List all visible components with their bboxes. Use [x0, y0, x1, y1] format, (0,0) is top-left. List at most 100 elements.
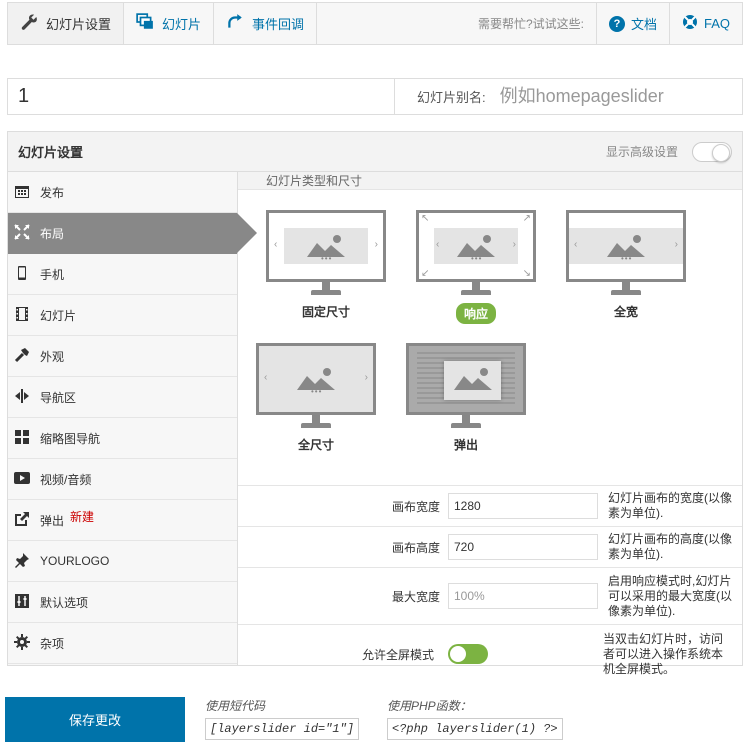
php-code-box[interactable]: <?php layerslider(1) ?>: [387, 718, 563, 740]
help-links: 需要帮忙?试试这些: ? 文档 FAQ: [478, 3, 742, 44]
shortcode-box[interactable]: [layerslider id="1"]: [205, 718, 360, 740]
monitor-graphic: ‹ › •••: [566, 210, 686, 282]
sidebar-item-label: 手机: [40, 267, 65, 282]
php-label: 使用PHP函数：: [387, 699, 472, 713]
sidebar-item-label: 发布: [40, 185, 65, 200]
navigation-icon: [14, 388, 30, 407]
phone-icon: [14, 265, 30, 284]
pin-icon: [14, 552, 30, 571]
docs-link[interactable]: ? 文档: [595, 3, 669, 44]
settings-sidebar: 发布 布局 手机 幻灯片 外观 导航区 缩略图导航 视频/音频 弹出 新建 YO…: [8, 172, 257, 665]
tab-slides[interactable]: 幻灯片: [124, 3, 215, 44]
sidebar-item-label: 导航区: [40, 390, 77, 405]
lifebuoy-icon: [682, 14, 698, 33]
type-responsive[interactable]: ↖ ↗ ↙ ↘ ‹ › ••• 响应: [416, 210, 536, 324]
type-label: 全宽: [613, 305, 638, 319]
shortcode-block: 使用短代码 [layerslider id="1"]: [205, 697, 360, 740]
sidebar-item-label: 杂项: [40, 636, 65, 651]
docs-label: 文档: [630, 17, 657, 32]
type-label: 固定尺寸: [301, 305, 350, 319]
sidebar-item-navigation[interactable]: 导航区: [8, 377, 237, 418]
sidebar-item-mobile[interactable]: 手机: [8, 254, 237, 295]
grid-icon: [14, 429, 30, 448]
redo-icon: [226, 13, 244, 34]
sidebar-item-layout[interactable]: 布局: [8, 213, 257, 254]
canvas-width-label: 画布宽度: [391, 499, 440, 514]
advanced-settings: 显示高级设置: [606, 141, 732, 162]
canvas-height-row: 画布高度 幻灯片画布的高度(以像素为单位).: [238, 527, 742, 568]
sidebar-item-label: 视频/音频: [40, 472, 92, 487]
canvas-width-input[interactable]: [448, 493, 598, 519]
type-label: 全尺寸: [297, 438, 334, 452]
type-popup[interactable]: 弹出: [406, 343, 526, 453]
faq-link[interactable]: FAQ: [668, 3, 742, 44]
layout-content: 幻灯片类型和尺寸 ‹ › ••• 固定尺寸 ↖ ↗ ↙ ↘ ‹ › ••• 响应…: [238, 172, 742, 676]
external-link-icon: [14, 511, 30, 530]
sidebar-item-label: 外观: [40, 349, 65, 364]
monitor-graphic: ‹ › •••: [266, 210, 386, 282]
canvas-width-row: 画布宽度 幻灯片画布的宽度(以像素为单位).: [238, 486, 742, 527]
sidebar-item-label: YOURLOGO: [40, 554, 110, 568]
sidebar-item-label: 幻灯片: [40, 308, 77, 323]
monitor-graphic: [406, 343, 526, 415]
sliders-icon: [14, 593, 30, 612]
play-icon: [14, 470, 30, 489]
sidebar-item-yourlogo[interactable]: YOURLOGO: [8, 541, 237, 582]
monitor-graphic: ↖ ↗ ↙ ↘ ‹ › •••: [416, 210, 536, 282]
sidebar-item-label: 默认选项: [40, 595, 89, 610]
sidebar-item-label: 弹出: [40, 513, 65, 528]
calendar-icon: [14, 183, 30, 202]
film-icon: [14, 306, 30, 325]
sidebar-item-defaults[interactable]: 默认选项: [8, 582, 237, 623]
sidebar-item-video-audio[interactable]: 视频/音频: [8, 459, 237, 500]
canvas-height-label: 画布高度: [391, 540, 440, 555]
type-full-width[interactable]: ‹ › ••• 全宽: [566, 210, 686, 320]
save-button[interactable]: 保存更改: [5, 697, 185, 742]
slider-type-selector: ‹ › ••• 固定尺寸 ↖ ↗ ↙ ↘ ‹ › ••• 响应 ‹ › ••• …: [238, 190, 742, 486]
gear-icon: [14, 633, 30, 653]
type-label-selected: 响应: [455, 303, 496, 324]
type-fixed-size[interactable]: ‹ › ••• 固定尺寸: [266, 210, 386, 320]
top-tab-bar: 幻灯片设置 幻灯片 事件回调 需要帮忙?试试这些: ? 文档 FAQ: [7, 2, 743, 45]
sidebar-item-label: 布局: [40, 226, 65, 241]
wrench-icon: [20, 13, 38, 34]
sidebar-item-label: 缩略图导航: [40, 431, 101, 446]
sidebar-item-misc[interactable]: 杂项: [8, 623, 237, 664]
max-width-row: 最大宽度 启用响应模式时,幻灯片可以采用的最大宽度(以像素为单位).: [238, 568, 742, 625]
type-full-size[interactable]: ‹ › ••• 全尺寸: [256, 343, 376, 453]
canvas-height-help: 幻灯片画布的高度(以像素为单位).: [608, 532, 732, 561]
advanced-toggle[interactable]: [692, 141, 732, 162]
sidebar-item-popup[interactable]: 弹出 新建: [8, 500, 237, 541]
max-width-input[interactable]: [448, 583, 598, 609]
max-width-label: 最大宽度: [391, 589, 440, 604]
tab-label: 幻灯片: [162, 17, 202, 32]
tab-event-callbacks[interactable]: 事件回调: [214, 3, 318, 44]
sidebar-item-slides[interactable]: 幻灯片: [8, 295, 237, 336]
max-width-help: 启用响应模式时,幻灯片可以采用的最大宽度(以像素为单位).: [608, 573, 732, 618]
image-icon: [454, 368, 492, 390]
canvas-height-input[interactable]: [448, 534, 598, 560]
expand-icon: [14, 223, 30, 243]
slides-icon: [136, 13, 154, 34]
alias-input[interactable]: [499, 79, 742, 114]
slider-settings-panel: 幻灯片设置 显示高级设置 发布 布局 手机 幻灯片 外观 导航区 缩略图导航 视…: [7, 131, 743, 676]
fullscreen-label: 允许全屏模式: [361, 647, 434, 662]
canvas-width-help: 幻灯片画布的宽度(以像素为单位).: [608, 491, 732, 520]
fullscreen-toggle[interactable]: [448, 644, 488, 664]
monitor-graphic: ‹ › •••: [256, 343, 376, 415]
tab-label: 事件回调: [252, 17, 305, 32]
tab-slider-settings[interactable]: 幻灯片设置: [8, 3, 125, 44]
sidebar-item-appearance[interactable]: 外观: [8, 336, 237, 377]
question-icon: ?: [608, 15, 625, 32]
faq-label: FAQ: [703, 16, 730, 31]
sidebar-item-publish[interactable]: 发布: [8, 172, 237, 213]
type-label: 弹出: [453, 438, 478, 452]
help-text: 需要帮忙?试试这些:: [477, 17, 584, 31]
sidebar-item-thumbnail-nav[interactable]: 缩略图导航: [8, 418, 237, 459]
section-label: 幻灯片类型和尺寸: [238, 172, 742, 190]
panel-header: 幻灯片设置 显示高级设置: [8, 132, 742, 172]
fullscreen-row: 允许全屏模式 当双击幻灯片时，访问者可以进入操作系统本机全屏模式。: [238, 625, 742, 683]
panel-title: 幻灯片设置: [18, 145, 84, 160]
hammer-icon: [14, 347, 30, 366]
slider-title-input[interactable]: [8, 79, 395, 114]
